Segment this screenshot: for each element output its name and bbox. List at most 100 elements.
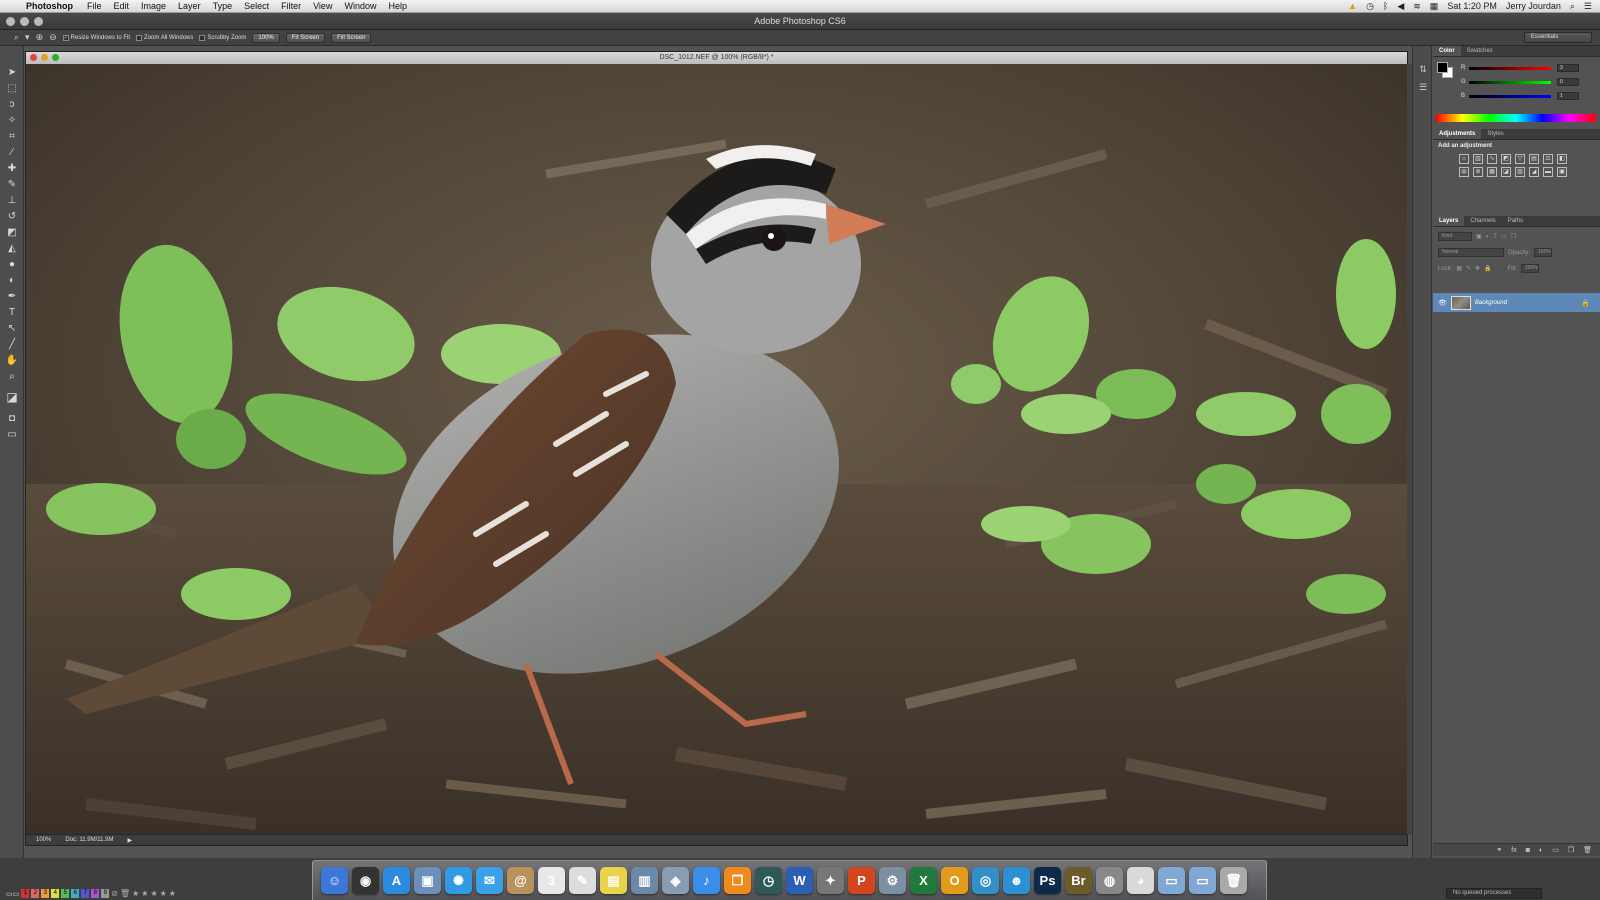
zoom-tool-icon[interactable]: ⌕	[5, 370, 19, 384]
hue-saturation-icon[interactable]: ▤	[1529, 154, 1539, 164]
dock-finder-icon[interactable]: ☺	[321, 867, 348, 894]
workspace-switcher[interactable]: Essentials	[1524, 32, 1592, 43]
user-name[interactable]: Jerry Jourdan	[1506, 1, 1561, 11]
screen-mode-icon[interactable]: ▭	[5, 428, 19, 442]
dock-network-icon[interactable]: ◎	[972, 867, 999, 894]
properties-panel-icon[interactable]: ☰	[1416, 82, 1430, 96]
brightness-contrast-icon[interactable]: ☼	[1459, 154, 1469, 164]
dock-dashboard-icon[interactable]: ◉	[352, 867, 379, 894]
menu-filter[interactable]: Filter	[275, 1, 307, 11]
gradient-map-icon[interactable]: ▬	[1543, 167, 1553, 177]
new-layer-icon[interactable]: ❐	[1568, 846, 1574, 854]
link-layers-icon[interactable]: ⚭	[1496, 846, 1502, 854]
dock-automator-icon[interactable]: ⚙	[879, 867, 906, 894]
history-brush-tool-icon[interactable]: ↺	[5, 210, 19, 224]
line-tool-icon[interactable]: ╱	[5, 338, 19, 352]
menu-edit[interactable]: Edit	[108, 1, 136, 11]
doc-minimize-icon[interactable]	[41, 54, 48, 61]
label-filter-6[interactable]: 6	[71, 889, 80, 898]
dock-documents-folder-icon[interactable]: ▭	[1189, 867, 1216, 894]
dock-chrome-icon[interactable]: ◕	[1127, 867, 1154, 894]
dock-image-capture-icon[interactable]: ◈	[662, 867, 689, 894]
doc-zoom-icon[interactable]	[52, 54, 59, 61]
delete-icon[interactable]: 🗑	[120, 889, 130, 898]
quick-mask-icon[interactable]: ◘	[5, 412, 19, 426]
dock-app-store-icon[interactable]: A	[383, 867, 410, 894]
label-filter-5[interactable]: 5	[61, 889, 70, 898]
eyedropper-tool-icon[interactable]: ⁄	[5, 146, 19, 160]
color-balance-icon[interactable]: ⚖	[1543, 154, 1553, 164]
color-lookup-icon[interactable]: ▦	[1487, 167, 1497, 177]
vibrance-icon[interactable]: ▽	[1515, 154, 1525, 164]
status-menu-arrow-icon[interactable]: ▶	[128, 837, 133, 844]
tab-channels[interactable]: Channels	[1464, 216, 1501, 226]
lock-pixels-icon[interactable]: ✎	[1466, 265, 1471, 272]
calendar-icon[interactable]: ▦	[1430, 1, 1439, 12]
dock-disk-utility-icon[interactable]: ◍	[1096, 867, 1123, 894]
doc-size-readout[interactable]: Doc: 11.9M/11.9M	[65, 837, 113, 843]
dock-trash-icon[interactable]: 🗑	[1220, 867, 1247, 894]
eraser-tool-icon[interactable]: ◩	[5, 226, 19, 240]
bluetooth-icon[interactable]: ᛒ	[1383, 1, 1388, 11]
notification-center-icon[interactable]: ☰	[1584, 1, 1592, 12]
volume-icon[interactable]: ◀	[1397, 1, 1404, 12]
eye-visibility-icon[interactable]: 👁	[1438, 299, 1447, 307]
zoom-preset-icon[interactable]: ▾	[25, 32, 30, 43]
menu-layer[interactable]: Layer	[172, 1, 207, 11]
label-filter-1[interactable]: 1	[21, 889, 30, 898]
lock-position-icon[interactable]: ✥	[1475, 265, 1480, 272]
filter-adjustment-icon[interactable]: ◐	[1486, 234, 1490, 240]
paint-bucket-tool-icon[interactable]: ◭	[5, 242, 19, 256]
dock-utility-icon[interactable]: ✦	[817, 867, 844, 894]
pen-tool-icon[interactable]: ✒	[5, 290, 19, 304]
marquee-tool-icon[interactable]: ⬚	[5, 82, 19, 96]
zoom-out-icon[interactable]: ⊖	[49, 32, 57, 43]
menu-type[interactable]: Type	[207, 1, 239, 11]
label-filter-9[interactable]: 9	[101, 889, 110, 898]
document-tab[interactable]: DSC_1012.NEF @ 100% (RGB/8*) *	[26, 52, 1407, 64]
selective-color-icon[interactable]: ▣	[1557, 167, 1567, 177]
label-filter-8[interactable]: 8	[91, 889, 100, 898]
zoom-all-windows-checkbox[interactable]: Zoom All Windows	[136, 34, 193, 41]
black-white-icon[interactable]: ◧	[1557, 154, 1567, 164]
tab-styles[interactable]: Styles	[1481, 129, 1509, 139]
new-group-icon[interactable]: ▭	[1552, 846, 1559, 854]
fit-screen-button[interactable]: Fit Screen	[285, 32, 326, 43]
zoom-tool-icon[interactable]: ⌕	[14, 32, 19, 43]
dock-photo-browser-icon[interactable]: ▥	[631, 867, 658, 894]
spotlight-icon[interactable]: ⌕	[1570, 1, 1575, 12]
type-tool-icon[interactable]: T	[5, 306, 19, 320]
wifi-icon[interactable]: ≋	[1413, 1, 1421, 12]
tab-paths[interactable]: Paths	[1502, 216, 1529, 226]
new-adjustment-layer-icon[interactable]: ◐	[1539, 847, 1543, 854]
lock-transparency-icon[interactable]: ▦	[1456, 265, 1462, 272]
scrubby-zoom-checkbox[interactable]: Scrubby Zoom	[199, 34, 246, 41]
doc-close-icon[interactable]	[30, 54, 37, 61]
tab-layers[interactable]: Layers	[1433, 216, 1465, 226]
red-value[interactable]: 3	[1557, 64, 1579, 72]
menu-select[interactable]: Select	[238, 1, 275, 11]
add-mask-icon[interactable]: ◙	[1526, 847, 1530, 854]
minimize-icon[interactable]	[20, 17, 29, 26]
tab-adjustments[interactable]: Adjustments	[1433, 129, 1482, 139]
posterize-icon[interactable]: ▨	[1515, 167, 1525, 177]
filter-smart-object-icon[interactable]: ❐	[1511, 233, 1516, 240]
time-machine-icon[interactable]: ◷	[1366, 1, 1374, 12]
lock-all-icon[interactable]: 🔒	[1484, 265, 1491, 272]
lasso-tool-icon[interactable]: ↄ	[5, 98, 19, 112]
threshold-icon[interactable]: ◢	[1529, 167, 1539, 177]
blur-tool-icon[interactable]: ●	[5, 258, 19, 272]
clock-text[interactable]: Sat 1:20 PM	[1447, 1, 1497, 11]
layer-filter-kind[interactable]: Kind	[1438, 232, 1472, 241]
fill-screen-button[interactable]: Fill Screen	[331, 32, 372, 43]
blue-value[interactable]: 1	[1557, 92, 1579, 100]
dock-excel-icon[interactable]: X	[910, 867, 937, 894]
dock-messenger-icon[interactable]: ☻	[1003, 867, 1030, 894]
dock-safari-icon[interactable]: ✺	[445, 867, 472, 894]
dodge-tool-icon[interactable]: ◐	[5, 274, 19, 288]
levels-icon[interactable]: ▥	[1473, 154, 1483, 164]
path-select-tool-icon[interactable]: ↖	[5, 322, 19, 336]
layer-style-icon[interactable]: fx	[1511, 847, 1516, 854]
move-tool-icon[interactable]: ➤	[5, 66, 19, 80]
menu-view[interactable]: View	[307, 1, 338, 11]
